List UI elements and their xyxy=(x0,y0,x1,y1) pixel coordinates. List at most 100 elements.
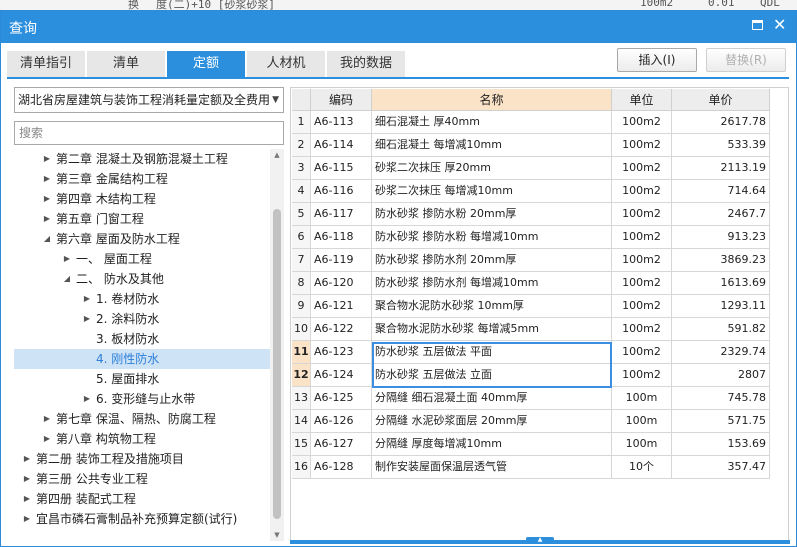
quota-code[interactable]: A6-117 xyxy=(311,203,372,226)
quota-price[interactable]: 571.75 xyxy=(672,410,770,433)
caret-collapsed-icon[interactable]: ▶ xyxy=(22,509,32,529)
caret-collapsed-icon[interactable]: ▶ xyxy=(22,469,32,489)
name-header[interactable]: 名称 xyxy=(372,89,612,111)
tree-item[interactable]: 4. 刚性防水 xyxy=(14,349,270,369)
quota-name[interactable]: 分隔缝 水泥砂浆面层 20mm厚 xyxy=(372,410,612,433)
scroll-up-icon[interactable]: ▲ xyxy=(270,149,284,161)
quota-unit[interactable]: 100m xyxy=(612,387,672,410)
quota-code[interactable]: A6-124 xyxy=(311,364,372,387)
row-number[interactable]: 13 xyxy=(292,387,311,410)
quota-price[interactable]: 2807 xyxy=(672,364,770,387)
row-number[interactable]: 10 xyxy=(292,318,311,341)
quota-unit[interactable]: 100m2 xyxy=(612,249,672,272)
quota-code[interactable]: A6-126 xyxy=(311,410,372,433)
caret-collapsed-icon[interactable]: ▶ xyxy=(82,289,92,309)
replace-button[interactable]: 替换(R) xyxy=(706,48,786,72)
tree-item[interactable]: ▶ 第四册 装配式工程 xyxy=(14,489,270,509)
tree-item[interactable]: ▶ 一、 屋面工程 xyxy=(14,249,270,269)
row-number[interactable]: 15 xyxy=(292,433,311,456)
quota-name[interactable]: 细石混凝土 每增减10mm xyxy=(372,134,612,157)
quota-price[interactable]: 714.64 xyxy=(672,180,770,203)
quota-price[interactable]: 3869.23 xyxy=(672,249,770,272)
quota-unit[interactable]: 100m2 xyxy=(612,295,672,318)
quota-unit[interactable]: 100m2 xyxy=(612,364,672,387)
row-number[interactable]: 7 xyxy=(292,249,311,272)
tree-item[interactable]: ▶ 第三册 公共专业工程 xyxy=(14,469,270,489)
tab-labor-material-machine[interactable]: 人材机 xyxy=(247,51,325,77)
quota-name[interactable]: 防水砂浆 掺防水粉 20mm厚 xyxy=(372,203,612,226)
splitter-up-icon[interactable]: ▲ xyxy=(526,537,554,543)
caret-collapsed-icon[interactable]: ▶ xyxy=(22,489,32,509)
row-number[interactable]: 11 xyxy=(292,341,311,364)
quota-unit[interactable]: 100m2 xyxy=(612,111,672,134)
quota-code[interactable]: A6-122 xyxy=(311,318,372,341)
quota-name[interactable]: 防水砂浆 五层做法 平面 xyxy=(372,341,612,364)
tree-item[interactable]: 3. 板材防水 xyxy=(14,329,270,349)
quota-unit[interactable]: 100m2 xyxy=(612,318,672,341)
tree-item[interactable]: ▶ 第二章 混凝土及钢筋混凝土工程 xyxy=(14,149,270,169)
row-number[interactable]: 12 xyxy=(292,364,311,387)
quota-name[interactable]: 聚合物水泥防水砂浆 10mm厚 xyxy=(372,295,612,318)
row-number[interactable]: 5 xyxy=(292,203,311,226)
quota-name[interactable]: 细石混凝土 厚40mm xyxy=(372,111,612,134)
quota-name[interactable]: 分隔缝 细石混凝土面 40mm厚 xyxy=(372,387,612,410)
insert-button[interactable]: 插入(I) xyxy=(617,48,697,72)
caret-collapsed-icon[interactable]: ▶ xyxy=(42,409,52,429)
chevron-down-icon[interactable]: ▼ xyxy=(272,88,279,112)
quota-code[interactable]: A6-115 xyxy=(311,157,372,180)
tree-item[interactable]: ▶ 2. 涂料防水 xyxy=(14,309,270,329)
tab-bill[interactable]: 清单 xyxy=(87,51,165,77)
quota-name[interactable]: 砂浆二次抹压 厚20mm xyxy=(372,157,612,180)
scroll-down-icon[interactable]: ▼ xyxy=(270,529,284,541)
dialog-titlebar[interactable]: 查询 ✕ xyxy=(1,11,796,43)
caret-collapsed-icon[interactable]: ▶ xyxy=(42,429,52,449)
price-header[interactable]: 单价 xyxy=(672,89,770,111)
quota-name[interactable]: 防水砂浆 掺防水剂 20mm厚 xyxy=(372,249,612,272)
caret-collapsed-icon[interactable]: ▶ xyxy=(82,389,92,409)
row-number[interactable]: 4 xyxy=(292,180,311,203)
tree-item[interactable]: ▶ 第四章 木结构工程 xyxy=(14,189,270,209)
quota-name[interactable]: 制作安装屋面保温层透气管 xyxy=(372,456,612,479)
quota-name[interactable]: 防水砂浆 五层做法 立面 xyxy=(372,364,612,387)
caret-collapsed-icon[interactable]: ▶ xyxy=(42,149,52,169)
quota-price[interactable]: 153.69 xyxy=(672,433,770,456)
caret-collapsed-icon[interactable]: ▶ xyxy=(42,209,52,229)
quota-code[interactable]: A6-123 xyxy=(311,341,372,364)
quota-unit[interactable]: 100m2 xyxy=(612,341,672,364)
row-number[interactable]: 6 xyxy=(292,226,311,249)
tree-item[interactable]: ▶ 第七章 保温、隔热、防腐工程 xyxy=(14,409,270,429)
grid-splitter[interactable]: ▲ xyxy=(290,537,790,544)
quota-library-select[interactable]: 湖北省房屋建筑与装饰工程消耗量定额及全费用 ▼ xyxy=(14,87,284,113)
quota-code[interactable]: A6-113 xyxy=(311,111,372,134)
tree-item[interactable]: ◢ 第六章 屋面及防水工程 xyxy=(14,229,270,249)
tree-scrollbar[interactable]: ▲ ▼ xyxy=(270,149,284,541)
tree-item[interactable]: ◢ 二、 防水及其他 xyxy=(14,269,270,289)
scroll-thumb[interactable] xyxy=(273,209,281,519)
quota-name[interactable]: 防水砂浆 掺防水剂 每增减10mm xyxy=(372,272,612,295)
code-header[interactable]: 编码 xyxy=(311,89,372,111)
tree-item[interactable]: ▶ 第三章 金属结构工程 xyxy=(14,169,270,189)
quota-code[interactable]: A6-125 xyxy=(311,387,372,410)
caret-collapsed-icon[interactable]: ▶ xyxy=(82,309,92,329)
row-number[interactable]: 16 xyxy=(292,456,311,479)
tree-item[interactable]: ▶ 宜昌市磷石膏制品补充预算定额(试行) xyxy=(14,509,270,529)
quota-price[interactable]: 2113.19 xyxy=(672,157,770,180)
tree-item[interactable]: ▶ 6. 变形缝与止水带 xyxy=(14,389,270,409)
row-number[interactable]: 2 xyxy=(292,134,311,157)
quota-price[interactable]: 533.39 xyxy=(672,134,770,157)
tree-item[interactable]: 5. 屋面排水 xyxy=(14,369,270,389)
close-icon[interactable]: ✕ xyxy=(773,16,786,34)
quota-code[interactable]: A6-114 xyxy=(311,134,372,157)
tree-item[interactable]: ▶ 1. 卷材防水 xyxy=(14,289,270,309)
quota-code[interactable]: A6-127 xyxy=(311,433,372,456)
row-number[interactable]: 3 xyxy=(292,157,311,180)
caret-expanded-icon[interactable]: ◢ xyxy=(42,229,52,249)
quota-price[interactable]: 1613.69 xyxy=(672,272,770,295)
quota-code[interactable]: A6-116 xyxy=(311,180,372,203)
quota-unit[interactable]: 10个 xyxy=(612,456,672,479)
caret-expanded-icon[interactable]: ◢ xyxy=(62,269,72,289)
quota-code[interactable]: A6-119 xyxy=(311,249,372,272)
tab-quota[interactable]: 定额 xyxy=(167,51,245,77)
quota-unit[interactable]: 100m2 xyxy=(612,226,672,249)
quota-code[interactable]: A6-121 xyxy=(311,295,372,318)
